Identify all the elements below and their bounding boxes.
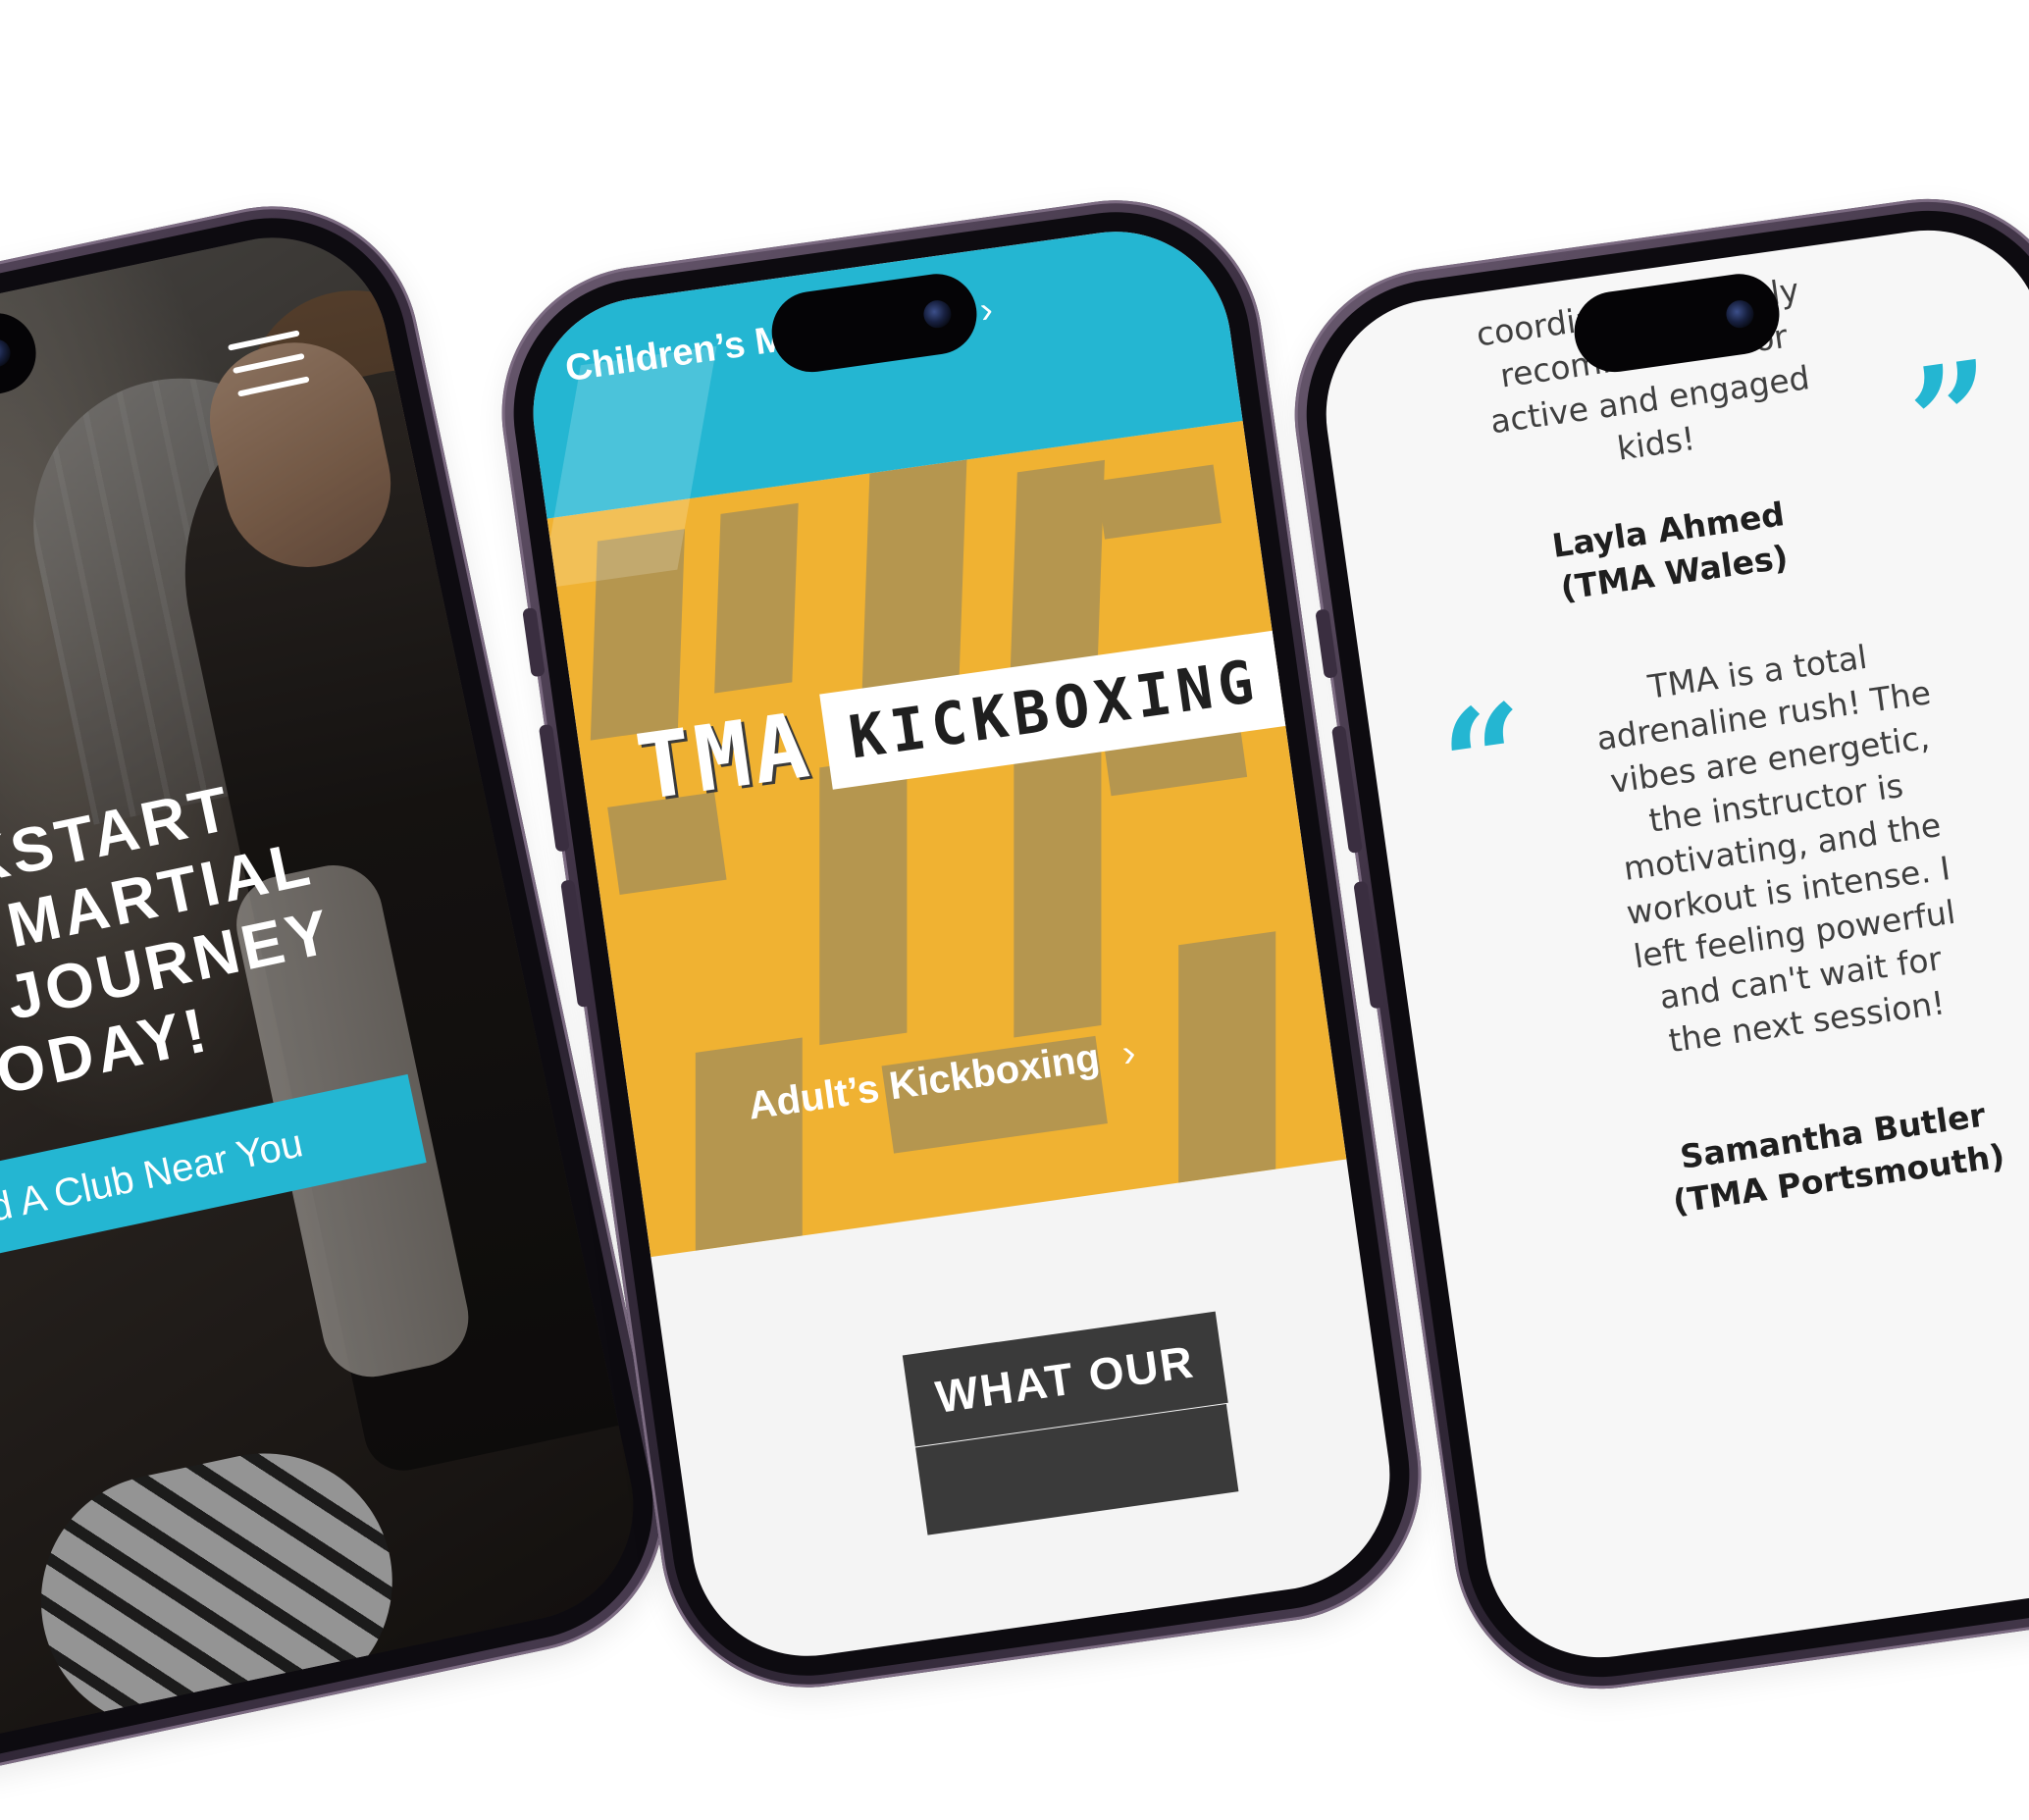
hero-pattern-shape (714, 502, 799, 694)
hero-pattern-shape (819, 754, 908, 1046)
hero-pattern-shape (1178, 931, 1276, 1183)
testimonial-text: TMA is a total adrenaline rush! The vibe… (1540, 620, 2023, 1073)
hero-pattern-shape (695, 1037, 803, 1251)
quote-close-icon: ” (1899, 327, 2007, 511)
logo-tma: TMA (630, 692, 818, 821)
phone-screen-kickboxing: Children’s Martial Arts › TMA KICKBOXING … (518, 216, 1405, 1672)
testimonial-author: Layla Ahmed (TMA Wales) (1461, 480, 1881, 623)
quote-open-icon: “ (1431, 670, 1540, 854)
camera-lens-icon (921, 298, 954, 330)
chevron-right-icon: › (977, 288, 996, 332)
testimonial-author: Samantha Butler (TMA Portsmouth) (1616, 1085, 2029, 1230)
camera-lens-icon (1724, 298, 1756, 330)
hero-pattern-shape (1096, 464, 1222, 540)
camera-lens-icon (0, 337, 14, 370)
menu-line (233, 352, 305, 375)
